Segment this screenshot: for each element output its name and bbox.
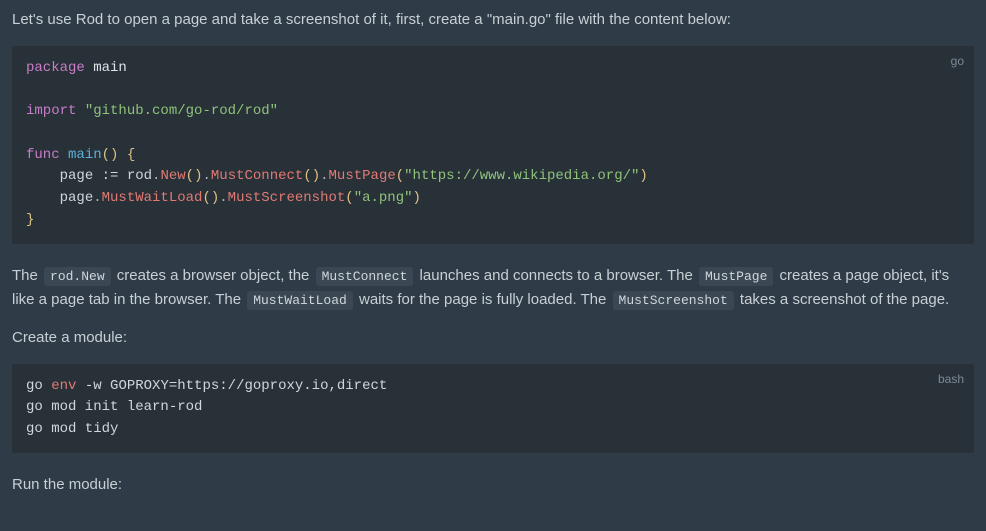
text: creates a browser object, the [113,267,314,284]
indent [26,190,60,206]
str-url: "https://www.wikipedia.org/" [404,168,639,184]
kw-package: package [26,60,85,76]
dot: . [93,190,101,206]
intro-paragraph: Let's use Rod to open a page and take a … [12,8,974,32]
indent [26,168,60,184]
paren-close: ) [413,190,421,206]
code-lang-label: go [951,52,964,71]
var-page: page [60,168,94,184]
code-line: go mod tidy [26,419,960,441]
code-lang-label: bash [938,370,964,389]
code-line: import "github.com/go-rod/rod" [26,101,960,123]
paren: () [186,168,203,184]
code-blank [26,123,960,145]
cmd-go: go [26,378,51,394]
code-line: page.MustWaitLoad().MustScreenshot("a.pn… [26,188,960,210]
text: The [12,267,42,284]
brace-close: } [26,212,34,228]
text: waits for the page is fully loaded. The [355,291,611,308]
pkg-main: main [85,60,127,76]
code-line: func main() { [26,145,960,167]
inline-code-mustpage: MustPage [699,267,773,286]
var-page: page [60,190,94,206]
paren-close: ) [639,168,647,184]
str-png: "a.png" [354,190,413,206]
create-module-paragraph: Create a module: [12,326,974,350]
paren-open: ( [396,168,404,184]
code-line: package main [26,58,960,80]
cmd-env: env [51,378,76,394]
inline-code-mustwaitload: MustWaitLoad [247,291,353,310]
code-block-bash: bash go env -w GOPROXY=https://goproxy.i… [12,364,974,453]
text: takes a screenshot of the page. [736,291,949,308]
inline-code-mustscreenshot: MustScreenshot [613,291,734,310]
import-path: "github.com/go-rod/rod" [76,103,278,119]
paren: () [303,168,320,184]
run-module-paragraph: Run the module: [12,473,974,497]
explanation-paragraph: The rod.New creates a browser object, th… [12,264,974,312]
cmd-tidy: go mod tidy [26,421,118,437]
kw-import: import [26,103,76,119]
meth-mustpage: MustPage [329,168,396,184]
cmd-init: go mod init learn-rod [26,399,202,415]
inline-code-mustconnect: MustConnect [316,267,414,286]
fn-main: main [60,147,102,163]
ident-rod: rod [127,168,152,184]
code-line: } [26,210,960,232]
code-line: go mod init learn-rod [26,397,960,419]
op-assign: := [93,168,127,184]
dot: . [219,190,227,206]
document-page: Let's use Rod to open a page and take a … [0,0,986,531]
code-block-go: go package main import "github.com/go-ro… [12,46,974,244]
dot: . [320,168,328,184]
cmd-args: -w GOPROXY=https://goproxy.io,direct [76,378,387,394]
inline-code-rod-new: rod.New [44,267,111,286]
paren: () [102,147,119,163]
paren: () [202,190,219,206]
meth-mustconnect: MustConnect [211,168,303,184]
kw-func: func [26,147,60,163]
brace-open: { [118,147,135,163]
paren-open: ( [345,190,353,206]
code-line: go env -w GOPROXY=https://goproxy.io,dir… [26,376,960,398]
code-blank [26,80,960,102]
dot: . [202,168,210,184]
meth-mustwaitload: MustWaitLoad [102,190,203,206]
meth-mustscreenshot: MustScreenshot [228,190,346,206]
code-line: page := rod.New().MustConnect().MustPage… [26,166,960,188]
text: launches and connects to a browser. The [415,267,697,284]
meth-new: New [160,168,185,184]
